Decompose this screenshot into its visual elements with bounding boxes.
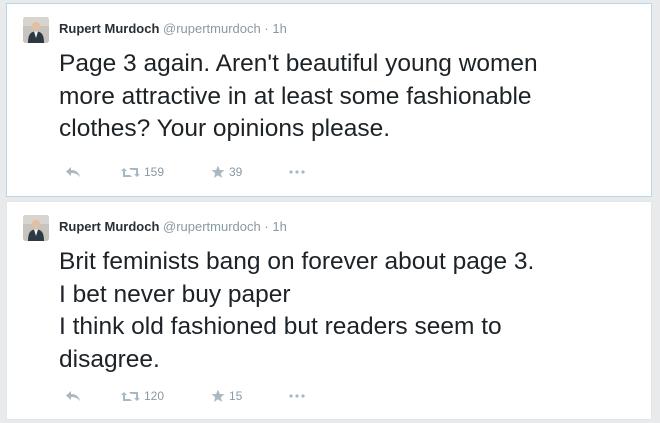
reply-icon [66, 167, 80, 177]
tweet[interactable]: Rupert Murdoch @rupertmurdoch · 1h Brit … [6, 201, 652, 420]
tweet-text: Brit feminists bang on forever about pag… [59, 246, 649, 376]
reply-icon [66, 391, 80, 401]
retweet-count: 159 [144, 165, 165, 179]
retweet-icon [121, 167, 140, 177]
tweet-text-line: Brit feminists bang on forever about pag… [59, 248, 535, 275]
tweet-text-line: Page 3 again. Aren't beautiful young wom… [59, 50, 538, 77]
tweet[interactable]: Rupert Murdoch @rupertmurdoch · 1h Page … [6, 3, 652, 197]
tweet-header: Rupert Murdoch @rupertmurdoch · 1h [59, 219, 287, 234]
favorite-button[interactable]: 39 [211, 165, 289, 179]
reply-button[interactable] [65, 166, 121, 178]
author-name[interactable]: Rupert Murdoch [59, 21, 159, 36]
more-icon [289, 170, 305, 174]
avatar[interactable] [23, 215, 49, 241]
retweet-count: 120 [144, 389, 165, 403]
star-icon [211, 165, 225, 178]
tweet-actions: 159 39 [65, 163, 305, 181]
tweet-text-line: I bet never buy paper [59, 280, 291, 308]
timestamp[interactable]: 1h [272, 219, 286, 234]
tweet-text-line: clothes? Your opinions please. [59, 115, 391, 142]
author-handle[interactable]: @rupertmurdoch [163, 21, 261, 36]
tweet-text-line: more attractive in at least some fashion… [59, 82, 532, 110]
more-button[interactable] [289, 170, 305, 174]
favorite-count: 15 [229, 389, 243, 403]
favorite-count: 39 [229, 165, 243, 179]
retweet-icon [121, 391, 140, 401]
tweet-header: Rupert Murdoch @rupertmurdoch · 1h [59, 21, 287, 36]
star-icon [211, 389, 225, 402]
author-name[interactable]: Rupert Murdoch [59, 219, 159, 234]
author-handle[interactable]: @rupertmurdoch [163, 219, 261, 234]
tweet-text-line: I think old fashioned but readers seem t… [59, 313, 502, 340]
retweet-button[interactable]: 159 [121, 165, 211, 179]
separator: · [264, 21, 269, 36]
tweet-text: Page 3 again. Aren't beautiful young wom… [59, 48, 649, 146]
retweet-button[interactable]: 120 [121, 389, 211, 403]
reply-button[interactable] [65, 390, 121, 402]
separator: · [264, 219, 269, 234]
more-icon [289, 394, 305, 398]
avatar[interactable] [23, 17, 49, 43]
favorite-button[interactable]: 15 [211, 389, 289, 403]
tweet-text-line: disagree. [59, 345, 160, 373]
more-button[interactable] [289, 394, 305, 398]
tweet-actions: 120 15 [65, 387, 305, 405]
timestamp[interactable]: 1h [272, 21, 286, 36]
